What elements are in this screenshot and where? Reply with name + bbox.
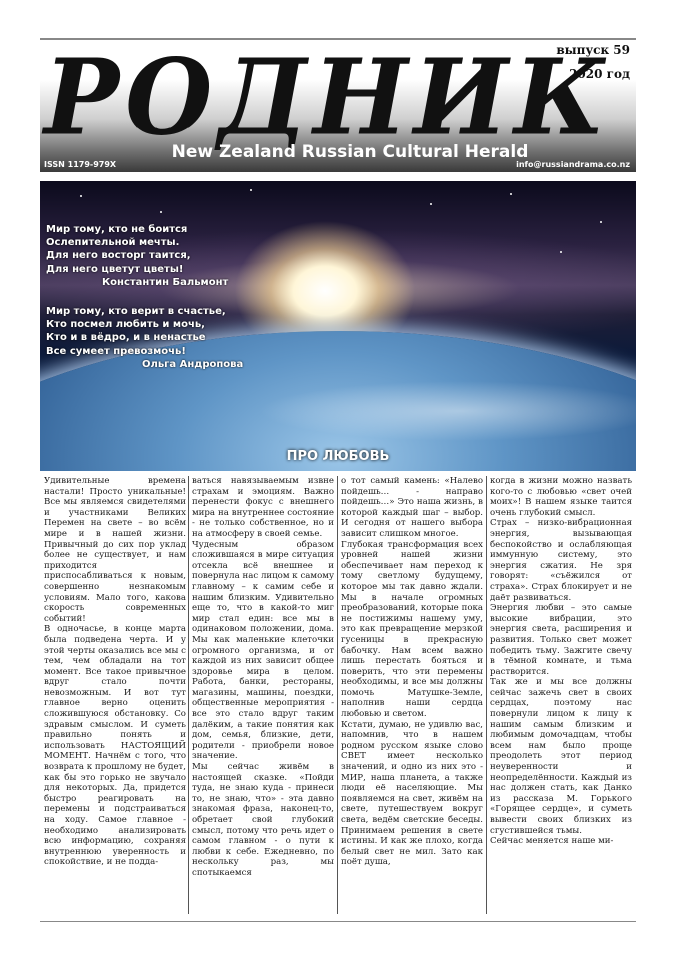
bottom-rule xyxy=(40,921,636,922)
paragraph: Глубокая трансформация всех уровней наше… xyxy=(341,539,483,720)
newspaper-title: РОДНИК xyxy=(44,35,612,159)
article-column-2: ваться навязываемым извне страхам и эмоц… xyxy=(192,476,334,916)
article-heading: ПРО ЛЮБОВЬ xyxy=(286,449,390,464)
poem-line: Кто и в вёдро, и в ненастье xyxy=(46,332,206,344)
newspaper-subtitle: New Zealand Russian Cultural Herald xyxy=(171,142,529,162)
paragraph: Чудесным образом сложившаяся в мире ситу… xyxy=(192,539,334,762)
article-column-4: когда в жизни можно назвать кого-то с лю… xyxy=(490,476,632,916)
paragraph: В одночасье, в конце марта была подведен… xyxy=(44,624,186,868)
poem-author: Ольга Андропова xyxy=(142,358,244,370)
poem-line: Мир тому, кто не боится xyxy=(46,224,188,235)
star-dot xyxy=(560,251,562,253)
star-dot xyxy=(250,189,252,191)
poem-author: Константин Бальмонт xyxy=(102,276,229,288)
star-dot xyxy=(510,193,512,195)
paragraph: Удивительные времена настали! Просто уни… xyxy=(44,476,186,624)
column-divider xyxy=(486,476,487,914)
poem-line: Все сумеет превозмочь! xyxy=(46,345,186,357)
poem-andropova: Мир тому, кто верит в счастье, Кто посме… xyxy=(46,305,243,371)
column-divider xyxy=(188,476,189,914)
paragraph: о тот самый камень: «Налево пойдешь… - н… xyxy=(341,476,483,539)
poem-line: Для него цветут цветы! xyxy=(46,263,184,275)
poem-line: Мир тому, кто верит в счастье, xyxy=(46,306,226,317)
contact-email[interactable]: info@russiandrama.co.nz xyxy=(516,160,630,169)
article-column-3: о тот самый камень: «Налево пойдешь… - н… xyxy=(341,476,483,916)
poem-line: Для него восторг таится, xyxy=(46,250,191,262)
masthead: РОДНИК выпуск 59 2020 год New Zealand Ru… xyxy=(40,35,636,172)
issue-year: 2020 год xyxy=(569,67,630,81)
poem-line: Кто посмел любить и мочь, xyxy=(46,319,205,331)
star-dot xyxy=(600,221,602,223)
poem-balmont: Мир тому, кто не боится Ослепительной ме… xyxy=(46,223,228,289)
paragraph: ваться навязываемым извне страхам и эмоц… xyxy=(192,476,334,539)
star-dot xyxy=(160,211,162,213)
article-body: Удивительные времена настали! Просто уни… xyxy=(40,476,636,916)
paragraph: когда в жизни можно назвать кого-то с лю… xyxy=(490,476,632,518)
paragraph: Энергия любви – это самые высокие вибрац… xyxy=(490,603,632,677)
star-dot xyxy=(430,203,432,205)
poem-line: Ослепительной мечты. xyxy=(46,237,180,249)
article-column-1: Удивительные времена настали! Просто уни… xyxy=(44,476,186,916)
star-dot xyxy=(80,195,82,197)
hero-image: Мир тому, кто не боится Ослепительной ме… xyxy=(40,181,636,471)
column-divider xyxy=(337,476,338,914)
issn-number: ISSN 1179-979X xyxy=(44,160,117,169)
paragraph: Страх – низко-вибрационная энергия, вызы… xyxy=(490,518,632,603)
paragraph: Так же и мы все должны сейчас зажечь све… xyxy=(490,677,632,836)
issue-number: выпуск 59 xyxy=(556,43,630,57)
paragraph: Мы сейчас живём в настоящей сказке. «Пой… xyxy=(192,762,334,878)
paragraph: Кстати, думаю, не удивлю вас, напомнив, … xyxy=(341,719,483,868)
paragraph: Сейчас меняется наше ми- xyxy=(490,836,614,847)
